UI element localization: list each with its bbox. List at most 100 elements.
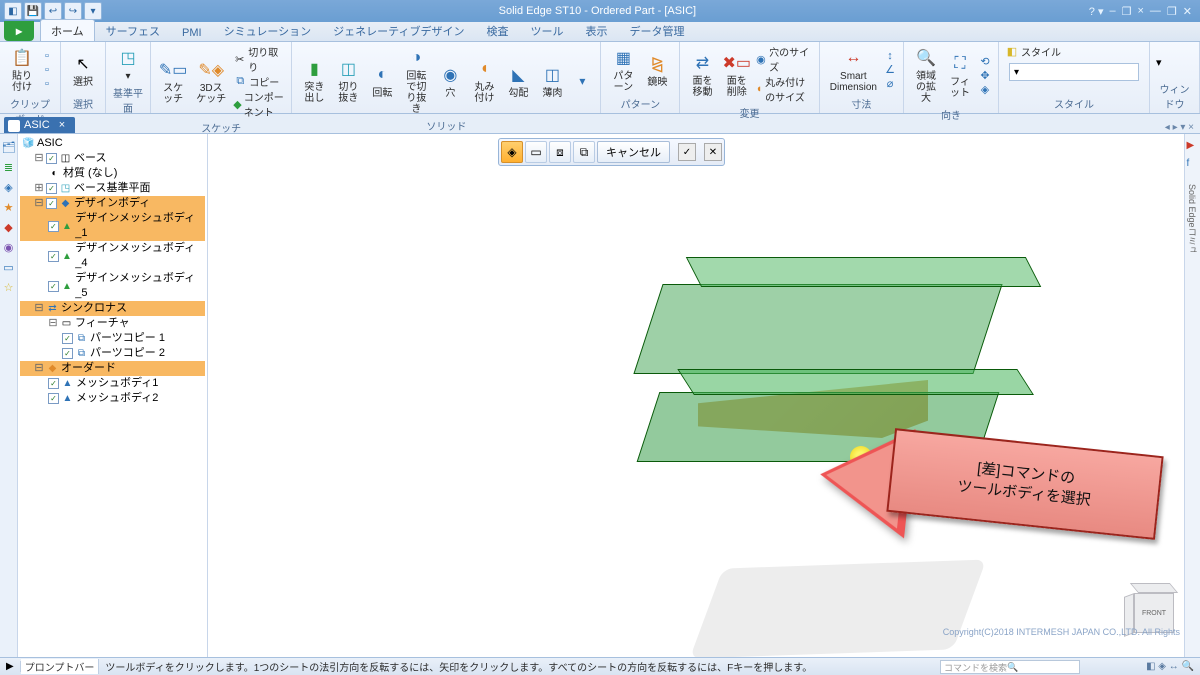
step-4-button[interactable]: ⧉	[573, 141, 595, 163]
mesh-body-top[interactable]	[633, 284, 1002, 374]
style-combo[interactable]: ▾	[1009, 63, 1139, 81]
extrude-button[interactable]: ▮突き出し	[298, 55, 330, 106]
fit-button[interactable]: ⛶フィット	[944, 50, 976, 101]
graphics-view[interactable]: ◈ ▭ ⧈ ⧉ キャンセル ✓ ✕ ↖ [差]コマンドの ツールボディを選択	[208, 134, 1200, 657]
solid-more[interactable]: ▾	[570, 71, 594, 91]
rail-community-label[interactable]: Solid Edgeコミュ	[1186, 184, 1199, 255]
app-menu-icon[interactable]: ◧	[4, 2, 22, 20]
hole-button[interactable]: ◉穴	[434, 61, 466, 101]
cutout-button[interactable]: ◫切り抜き	[332, 55, 364, 106]
rail-pathfinder-icon[interactable]: 🗂	[2, 140, 16, 154]
draft-button[interactable]: ◣勾配	[502, 61, 534, 101]
window-more-icon[interactable]: ▾	[1156, 56, 1162, 69]
orient-mini-2[interactable]: ✥	[978, 68, 992, 82]
step-2-button[interactable]: ▭	[525, 141, 547, 163]
tab-inspect[interactable]: 検査	[475, 19, 519, 41]
revolve-button[interactable]: ◐回転	[366, 61, 398, 101]
node-dm5[interactable]: ✓▲デザインメッシュボディ_5	[20, 271, 205, 301]
sketch3d-button[interactable]: ✎◈3Dスケッチ	[191, 56, 231, 107]
node-designbodies[interactable]: ⊟✓◆デザインボディ	[20, 196, 205, 211]
node-base[interactable]: ⊟✓◫ベース	[20, 151, 205, 166]
doc-tab-asic[interactable]: ASIC ×	[4, 117, 75, 133]
cancel-button[interactable]: キャンセル	[597, 141, 670, 163]
row-holesize[interactable]: ◉穴のサイズ	[755, 44, 813, 74]
thin-button[interactable]: ◫薄肉	[536, 61, 568, 101]
dim-mini-3[interactable]: ⌀	[883, 77, 897, 91]
docking-indicator[interactable]: ◂ ▸ ▾ ×	[1165, 122, 1200, 133]
dim-mini-2[interactable]: ∠	[883, 63, 897, 77]
rail-facebook-icon[interactable]: f	[1187, 158, 1199, 170]
min-icon[interactable]: —	[1150, 5, 1161, 18]
node-pc1[interactable]: ✓⧉パーツコピー 1	[20, 331, 205, 346]
node-pc2[interactable]: ✓⧉パーツコピー 2	[20, 346, 205, 361]
region-button[interactable]: 🔍領域の拡大	[910, 44, 942, 106]
tab-surface[interactable]: サーフェス	[95, 19, 171, 41]
abort-button[interactable]: ✕	[704, 143, 722, 161]
node-mb2[interactable]: ✓▲メッシュボディ2	[20, 391, 205, 406]
pattern-button[interactable]: ▦パターン	[607, 44, 639, 95]
rail-favorite-icon[interactable]: ☆	[2, 280, 16, 294]
row-copy[interactable]: ⧉コピー	[233, 74, 285, 89]
facedel-button[interactable]: ✖▭面を削除	[721, 49, 753, 100]
save-icon[interactable]: 💾	[24, 2, 42, 20]
close-icon[interactable]: ✕	[1183, 5, 1192, 18]
node-ordered[interactable]: ⊟◆オーダード	[20, 361, 205, 376]
undo-icon[interactable]: ↩	[44, 2, 62, 20]
clip-mini-3[interactable]: ▫	[40, 77, 54, 91]
rail-sensors-icon[interactable]: ◈	[2, 180, 16, 194]
rail-library-icon[interactable]: ★	[2, 200, 16, 214]
row-component[interactable]: ◆コンポーネント	[233, 89, 285, 119]
max-icon[interactable]: ❐	[1167, 5, 1177, 18]
node-sync[interactable]: ⊟⇄シンクロナス	[20, 301, 205, 316]
rail-youtube-icon[interactable]: ▶	[1187, 140, 1199, 152]
smartdim-button[interactable]: ↔Smart Dimension	[826, 44, 881, 95]
tab-simulation[interactable]: シミュレーション	[213, 19, 323, 41]
round-button[interactable]: ◖丸み付け	[468, 55, 500, 106]
node-mb1[interactable]: ✓▲メッシュボディ1	[20, 376, 205, 391]
help-icon[interactable]: ? ▾	[1089, 5, 1104, 18]
select-button[interactable]: ↖選択	[67, 50, 99, 90]
mdi-max-icon[interactable]: ❐	[1122, 5, 1132, 18]
orient-mini-3[interactable]: ◈	[978, 82, 992, 96]
step-target-button[interactable]: ◈	[501, 141, 523, 163]
node-refplanes[interactable]: ⊞✓◳ベース基準平面	[20, 181, 205, 196]
tab-pmi[interactable]: PMI	[171, 23, 213, 41]
tab-view[interactable]: 表示	[574, 19, 618, 41]
node-dm1[interactable]: ✓▲デザインメッシュボディ_1	[20, 211, 205, 241]
rail-draft-icon[interactable]: ▭	[2, 260, 16, 274]
rail-sim-icon[interactable]: ◉	[2, 240, 16, 254]
node-dm4[interactable]: ✓▲デザインメッシュボディ_4	[20, 241, 205, 271]
mdi-close-icon[interactable]: ×	[1137, 5, 1143, 18]
clip-mini-2[interactable]: ▫	[40, 63, 54, 77]
status-icons[interactable]: ◧ ◈ ↔ 🔍	[1140, 661, 1200, 672]
viewcube-top[interactable]	[1130, 583, 1178, 593]
app-button[interactable]: ▸	[4, 21, 34, 41]
node-root[interactable]: 🧊ASIC	[20, 136, 205, 151]
node-features[interactable]: ⊟▭フィーチャ	[20, 316, 205, 331]
sketch-button[interactable]: ✎▭スケッチ	[157, 56, 189, 107]
row-cut[interactable]: ✂切り取り	[233, 44, 285, 74]
mirror-button[interactable]: ⧎鏡映	[641, 50, 673, 90]
orient-mini-1[interactable]: ⟲	[978, 54, 992, 68]
doc-tab-close-icon[interactable]: ×	[59, 119, 65, 131]
accept-button[interactable]: ✓	[678, 143, 696, 161]
qat-more-icon[interactable]: ▾	[84, 2, 102, 20]
step-3-button[interactable]: ⧈	[549, 141, 571, 163]
paste-button[interactable]: 📋貼り付け	[6, 44, 38, 95]
dim-mini-1[interactable]: ↕	[883, 49, 897, 63]
redo-icon[interactable]: ↪	[64, 2, 82, 20]
revcut-button[interactable]: ◑回転で切り抜き	[400, 44, 432, 117]
tab-tool[interactable]: ツール	[519, 19, 574, 41]
facemove-button[interactable]: ⇄面を移動	[686, 49, 718, 100]
clip-mini-1[interactable]: ▫	[40, 49, 54, 63]
node-material[interactable]: ◐材質 (なし)	[20, 166, 205, 181]
rail-layers-icon[interactable]: ≣	[2, 160, 16, 174]
record-indicator[interactable]: ▶	[0, 661, 21, 672]
command-search[interactable]: コマンドを検索 🔍	[940, 660, 1080, 674]
plane-button[interactable]: ◳▾	[112, 44, 144, 84]
mdi-min-icon[interactable]: –	[1109, 5, 1115, 18]
tab-home[interactable]: ホーム	[40, 19, 95, 41]
row-roundsize[interactable]: ◖丸み付けのサイズ	[755, 74, 813, 104]
rail-family-icon[interactable]: ◆	[2, 220, 16, 234]
tab-generative[interactable]: ジェネレーティブデザイン	[322, 19, 475, 41]
